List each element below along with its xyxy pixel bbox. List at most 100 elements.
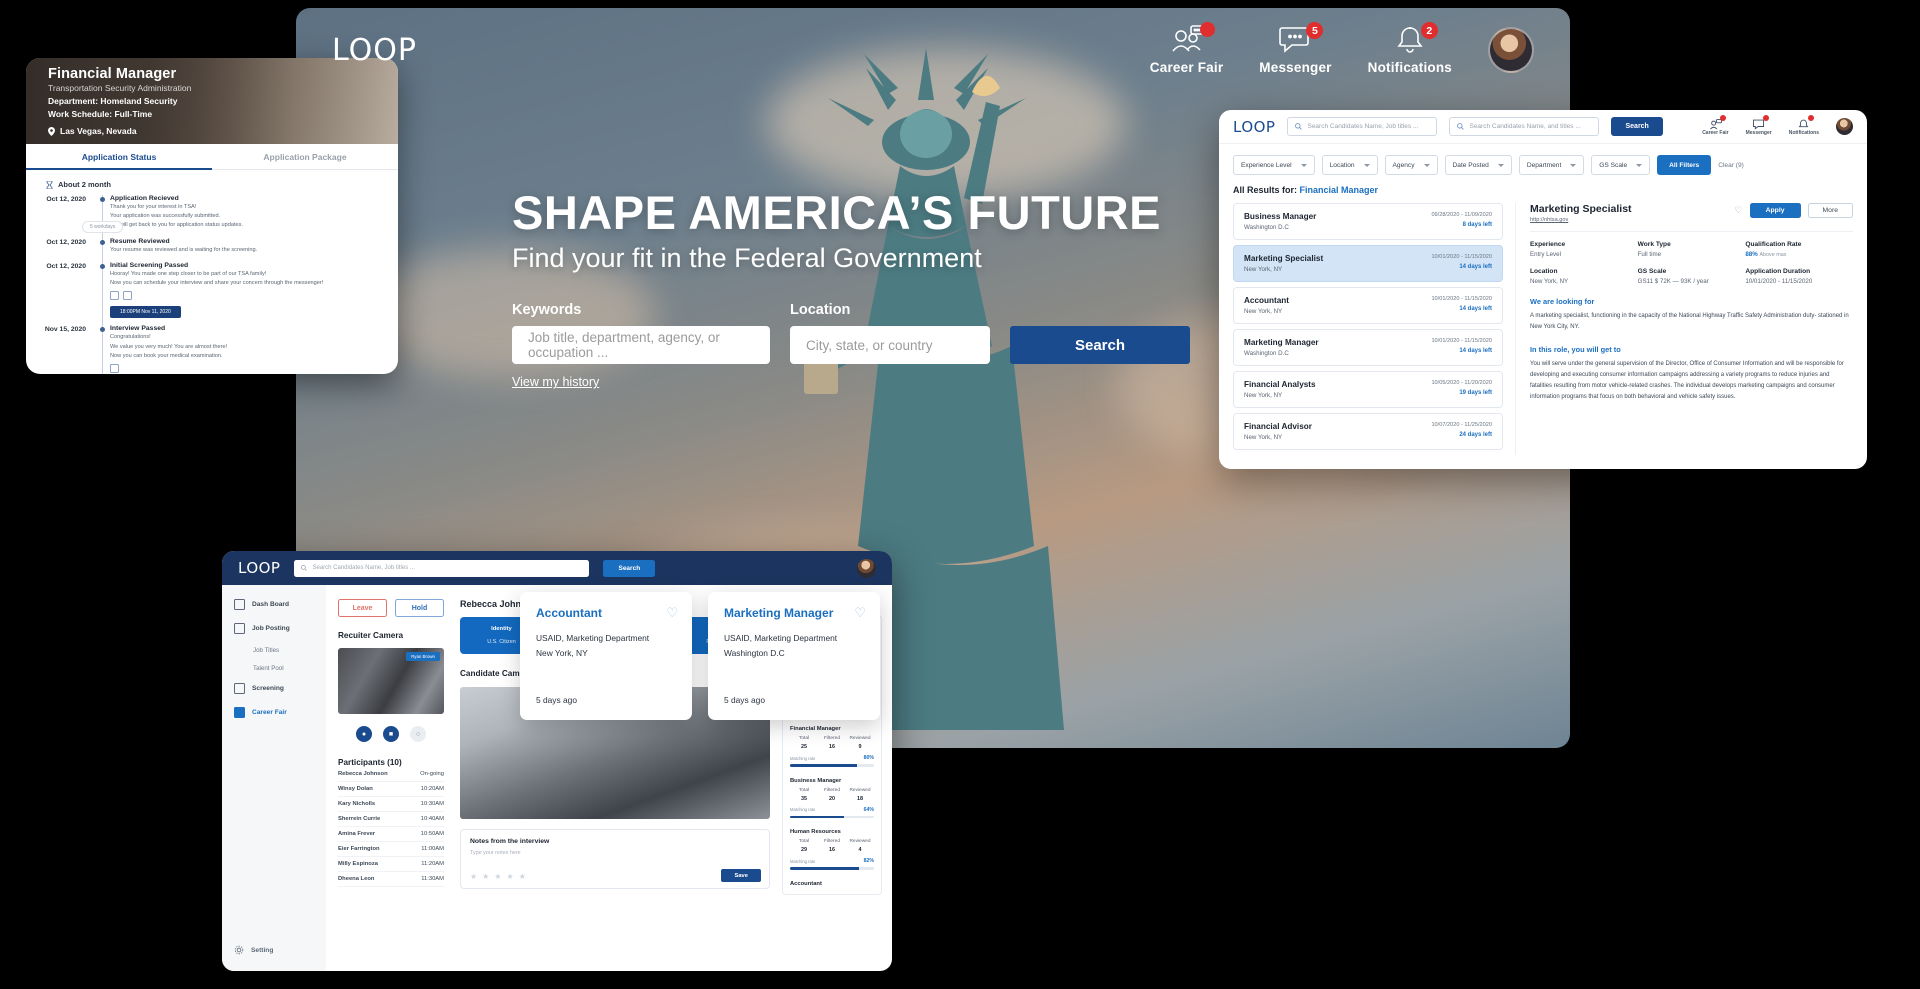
participant-name: Amina Frever bbox=[338, 831, 376, 837]
sidebar-item-setting[interactable]: Setting bbox=[234, 945, 273, 955]
star-icon[interactable]: ★ bbox=[482, 872, 489, 881]
matching-item[interactable]: Accountant bbox=[790, 881, 874, 887]
keywords-input[interactable]: Job title, department, agency, or occupa… bbox=[512, 326, 770, 365]
loop-logo[interactable]: LOOP bbox=[332, 33, 417, 68]
star-icon[interactable]: ★ bbox=[494, 872, 501, 881]
sidebar-item-dashboard[interactable]: Dash Board bbox=[234, 599, 326, 610]
rating-stars[interactable]: ★ ★ ★ ★ ★ bbox=[470, 872, 526, 881]
calendar-icon[interactable] bbox=[110, 363, 119, 373]
job-detail-fields: Experience Entry Level Work Type Full time… bbox=[1530, 241, 1853, 285]
hero-search-button[interactable]: Search bbox=[1010, 326, 1190, 365]
career-fair-search-input[interactable]: Search Candidates Name, Job titles ... bbox=[294, 559, 590, 577]
apply-button[interactable]: Apply bbox=[1749, 203, 1801, 218]
filter-experience-level[interactable]: Experience Level bbox=[1233, 155, 1315, 175]
tab-application-status[interactable]: Application Status bbox=[26, 144, 212, 169]
microphone-icon[interactable]: ● bbox=[356, 726, 372, 742]
nav-notifications[interactable]: 2 Notifications bbox=[1368, 22, 1452, 75]
message-icon[interactable] bbox=[123, 291, 132, 301]
sidebar-item-job-posting[interactable]: Job Posting bbox=[234, 623, 326, 634]
timeline-axis bbox=[96, 325, 110, 374]
calendar-icon[interactable] bbox=[110, 291, 119, 301]
loop-logo[interactable]: LOOP bbox=[1233, 118, 1275, 136]
candidate-search-input-1[interactable]: Search Candidates Name, Job titles ... bbox=[1287, 117, 1438, 136]
list-item[interactable]: Kary Nicholls 10:30AM bbox=[338, 797, 444, 812]
stat-value: 9 bbox=[858, 744, 862, 751]
timeline-chip[interactable]: 18:00PM Nov 11, 2020 bbox=[110, 306, 181, 319]
save-button[interactable]: Save bbox=[721, 869, 761, 882]
page-subtitle: Find your fit in the Federal Government bbox=[512, 243, 982, 274]
job-days-left: 24 days left bbox=[1459, 432, 1492, 438]
list-item[interactable]: Eier Farrington 11:00AM bbox=[338, 842, 444, 857]
star-icon[interactable]: ★ bbox=[507, 872, 514, 881]
stat-value: 35 bbox=[801, 795, 807, 802]
chat-bubble-icon: 5 bbox=[1278, 22, 1324, 55]
loop-logo[interactable]: LOOP bbox=[238, 559, 280, 577]
list-item[interactable]: Rebecca Johnson On-going bbox=[338, 767, 444, 782]
progress-bar bbox=[790, 867, 874, 870]
sidebar-item-job-titles[interactable]: Job Titles bbox=[234, 647, 326, 654]
filter-location[interactable]: Location bbox=[1321, 155, 1378, 175]
candidate-search-input-2[interactable]: Search Candidates Name, and titles ... bbox=[1449, 117, 1600, 136]
career-fair-search-button[interactable]: Search bbox=[603, 559, 656, 577]
filter-gs-scale[interactable]: GS Scale bbox=[1591, 155, 1651, 175]
star-icon[interactable]: ★ bbox=[470, 872, 477, 881]
filter-department[interactable]: Department bbox=[1518, 155, 1585, 175]
nav-career-fair[interactable]: Career Fair bbox=[1150, 22, 1224, 75]
notes-input[interactable]: Type your notes here bbox=[470, 850, 760, 856]
search-placeholder: Search Candidates Name, Job titles ... bbox=[1307, 123, 1419, 130]
sidebar-item-talent-pool[interactable]: Talent Pool bbox=[234, 665, 326, 672]
page-title: SHAPE AMERICA’S FUTURE bbox=[512, 186, 1162, 239]
nav-messenger[interactable]: Messenger bbox=[1746, 115, 1772, 136]
list-item[interactable]: Amina Frever 10:50AM bbox=[338, 827, 444, 842]
avatar[interactable] bbox=[857, 558, 876, 578]
chevron-down-icon bbox=[1497, 163, 1504, 167]
list-item[interactable]: Sherrein Currie 10:40AM bbox=[338, 812, 444, 827]
list-item[interactable]: Milly Espinoza 11:20AM bbox=[338, 857, 444, 872]
search-placeholder: Search Candidates Name, and titles ... bbox=[1469, 123, 1581, 130]
tab-application-package[interactable]: Application Package bbox=[212, 144, 398, 169]
nav-notifications[interactable]: Notifications bbox=[1789, 115, 1819, 136]
view-history-link[interactable]: View my history bbox=[512, 375, 599, 389]
sidebar-item-career-fair[interactable]: Career Fair bbox=[234, 707, 326, 718]
avatar[interactable] bbox=[1836, 118, 1853, 135]
matching-item[interactable]: Financial Manager Total 25 Filtered 16 Rev… bbox=[790, 726, 874, 767]
hold-button[interactable]: Hold bbox=[395, 599, 444, 617]
list-item[interactable]: Dheena Leon 11:30AM bbox=[338, 872, 444, 887]
participant-name: Eier Farrington bbox=[338, 846, 380, 852]
list-item[interactable]: Winsy Dolan 10:20AM bbox=[338, 782, 444, 797]
screen-share-icon[interactable]: ○ bbox=[410, 726, 426, 742]
job-card[interactable]: ♡ Accountant USAID, Marketing Department… bbox=[520, 592, 692, 720]
all-filters-button[interactable]: All Filters bbox=[1657, 155, 1712, 175]
heart-icon[interactable]: ♡ bbox=[666, 605, 678, 621]
job-location: New York, NY bbox=[1244, 392, 1283, 399]
nav-messenger[interactable]: 5 Messenger bbox=[1259, 22, 1331, 75]
leave-button[interactable]: Leave bbox=[338, 599, 387, 617]
job-result-item[interactable]: Financial Advisor New York, NY 10/07/2020… bbox=[1233, 413, 1503, 450]
avatar[interactable] bbox=[1488, 27, 1534, 73]
nav-career-fair[interactable]: Career Fair bbox=[1702, 115, 1729, 136]
search-icon bbox=[1457, 123, 1465, 130]
recruiter-camera-feed[interactable]: Ryan Brown bbox=[338, 648, 444, 714]
filter-agency[interactable]: Agency bbox=[1384, 155, 1438, 175]
star-icon[interactable]: ★ bbox=[519, 872, 526, 881]
more-button[interactable]: More bbox=[1807, 203, 1853, 218]
matching-item[interactable]: Human Resources Total 29 Filtered 16 Revie… bbox=[790, 829, 874, 870]
heart-icon[interactable]: ♡ bbox=[854, 605, 866, 621]
matching-item[interactable]: Business Manager Total 35 Filtered 20 Revi… bbox=[790, 778, 874, 819]
filter-date-posted[interactable]: Date Posted bbox=[1444, 155, 1512, 175]
keywords-label: Keywords bbox=[512, 302, 582, 319]
stat-label: Total bbox=[798, 787, 810, 793]
session-buttons: Leave Hold bbox=[338, 599, 444, 617]
location-input[interactable]: City, state, or country bbox=[790, 326, 990, 365]
job-card-title: Marketing Manager bbox=[724, 606, 834, 620]
sidebar-item-screening[interactable]: Screening bbox=[234, 683, 326, 694]
section-role-text: You will serve under the general supervi… bbox=[1530, 361, 1844, 401]
recruiter-name-tag: Ryan Brown bbox=[406, 652, 440, 661]
heart-icon[interactable]: ♡ bbox=[1735, 205, 1743, 216]
job-card[interactable]: ♡ Marketing Manager USAID, Marketing Dep… bbox=[708, 592, 880, 720]
timeline-axis bbox=[96, 261, 110, 329]
video-camera-icon[interactable]: ■ bbox=[383, 726, 399, 742]
section-role-title: In this role, you will get to bbox=[1530, 345, 1621, 355]
results-search-button[interactable]: Search bbox=[1611, 117, 1663, 136]
clear-filters-link[interactable]: Clear (9) bbox=[1718, 162, 1744, 169]
